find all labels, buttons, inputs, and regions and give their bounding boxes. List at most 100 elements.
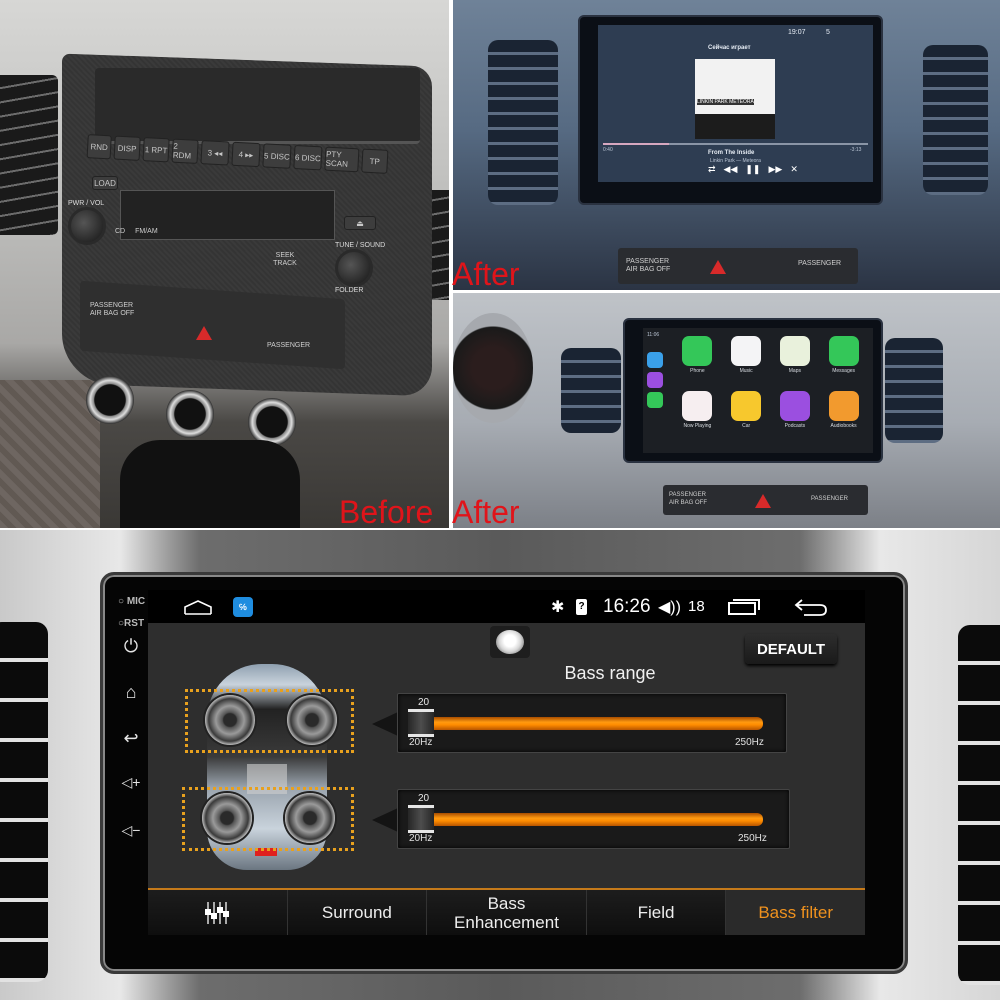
app-label: Maps [788,368,801,374]
indicator-lamp [490,626,530,658]
carplay-app-grid: Phone Music Maps Messages Now Playing Car Podc… [673,336,868,441]
reset-button[interactable]: ○RST [118,618,144,629]
back-icon[interactable]: ↩ [117,728,145,749]
recent-apps-icon[interactable] [728,590,760,623]
left-air-vent [488,40,558,205]
rear-bass-slider-panel: 20 20Hz 250Hz [397,789,790,849]
load-button[interactable]: LOAD [92,176,118,190]
rewind-icon[interactable]: ◀◀ [724,164,738,175]
radio-button[interactable]: 2 RDM [171,138,199,164]
tune-sound-label: TUNE / SOUND [335,242,386,249]
carplay-dock: 11:06 [647,332,667,447]
tab-bass-filter[interactable]: Bass filter [726,890,865,935]
radio-button[interactable]: TP [361,148,389,174]
progress-track[interactable] [603,143,868,145]
carplay-app-phone[interactable]: Phone [673,336,722,387]
radio-button[interactable]: 6 DISC [293,144,323,171]
tab-equalizer[interactable] [148,890,288,935]
storage-pocket [95,68,420,144]
hazard-button-icon[interactable] [755,494,771,508]
radio-button[interactable]: 5 DISC [262,143,292,169]
carplay-app-music[interactable]: Music [722,336,771,387]
eq-tab-bar: Surround Bass Enhancement Field Bass fil… [148,888,865,935]
pwr-vol-knob[interactable]: PWR / VOL [68,200,106,245]
switch-panel: PASSENGER AIR BAG OFF PASSENGER [618,248,858,284]
right-air-vent [958,625,1000,985]
app-label: Podcasts [784,422,806,429]
pwr-vol-label: PWR / VOL [68,200,105,207]
cd-label[interactable]: CD [115,228,125,236]
carplay-app-podcasts[interactable]: Podcasts [771,390,820,442]
fan-dial[interactable] [86,376,134,424]
podcasts-icon[interactable] [647,372,663,388]
music-app-icon [731,336,762,366]
home-icon[interactable] [183,590,213,623]
eject-button[interactable]: ⏏ [344,216,376,230]
front-right-speaker-icon [287,695,337,745]
tune-sound-knob[interactable]: TUNE / SOUND FOLDER [335,242,385,294]
volume-up-icon[interactable]: ◁+ [117,774,145,791]
folder-label: FOLDER [335,287,364,294]
knob [68,207,106,245]
tab-surround[interactable]: Surround [287,890,428,935]
zone-pointer-arrow [372,808,398,832]
carplay-app-car[interactable]: Car [722,390,771,442]
after-photo-music: 19:07 5 Сейчас играет LINKIN PARK METEOR… [453,0,1000,290]
tab-bass-enhancement[interactable]: Bass Enhancement [427,890,587,935]
left-air-vent [0,622,48,982]
telegram-icon[interactable] [647,352,663,368]
phone-icon[interactable] [647,392,663,408]
radio-button[interactable]: 1 RPT [142,137,170,163]
default-button[interactable]: DEFAULT [745,634,837,664]
shuffle-icon[interactable]: ✕ [790,164,798,175]
back-icon[interactable] [794,590,828,623]
progress-fill [603,143,670,145]
slider-track[interactable] [418,717,763,730]
slider-value: 20 [418,697,430,708]
fm-am-label[interactable]: FM/AM [135,228,158,236]
slider-thumb[interactable] [408,805,434,833]
passenger-label: PASSENGER [811,496,848,502]
music-screen: 19:07 5 Сейчас играет LINKIN PARK METEOR… [598,25,873,182]
radio-button[interactable]: RND [86,134,112,160]
volume-down-icon[interactable]: ◁− [117,822,145,839]
bass-range-title: Bass range [564,663,656,683]
carplay-app-audiobooks[interactable]: Audiobooks [819,390,868,442]
slider-min-label: 20Hz [409,737,433,748]
after-photo-carplay: 11:06 Phone Music Maps Messages Now Playing C… [453,293,1000,528]
mic-label: ○ MIC [118,596,146,607]
temperature-dial[interactable] [166,390,214,438]
radio-button[interactable]: PTY SCAN [324,146,360,173]
fast-forward-icon[interactable]: ▶▶ [768,164,782,175]
hazard-button-icon[interactable] [710,260,726,274]
radio-button[interactable]: DISP [113,135,141,161]
before-caption: Before [339,494,434,530]
carplay-app-maps[interactable]: Maps [771,336,820,387]
pause-icon[interactable]: ❚❚ [745,164,760,175]
hazard-button-icon[interactable] [196,326,212,340]
carplay-screen: 11:06 Phone Music Maps Messages Now Playing C… [643,328,873,453]
mode-dial[interactable] [248,398,296,446]
slider-max-label: 250Hz [735,737,764,748]
volume-level: 18 [688,598,705,615]
maps-app-icon [779,336,810,366]
slider-value: 20 [418,793,430,804]
carplay-app-messages[interactable]: Messages [819,336,868,387]
tab-field[interactable]: Field [586,890,727,935]
slider-thumb[interactable] [408,709,434,737]
slider-max-label: 250Hz [738,833,767,844]
app-badge-icon[interactable]: ℅ [233,590,253,623]
status-time: 19:07 [788,29,806,36]
radio-button[interactable]: 4 ▸▸ [231,141,261,168]
slider-track[interactable] [418,813,763,826]
radio-button[interactable]: 3 ◂◂ [200,140,230,166]
volume-icon: ◀)) [658,598,681,616]
carplay-app-now-playing[interactable]: Now Playing [673,390,722,442]
bluetooth-icon: ✱ [551,598,565,616]
after-caption-bottom: After [452,494,520,530]
repeat-icon[interactable]: ⇄ [708,164,716,175]
seek-track-label[interactable]: SEEK TRACK [265,252,305,268]
right-air-vent [885,338,943,443]
home-icon[interactable]: ⌂ [117,682,145,703]
power-icon[interactable]: ⏻ [117,636,145,657]
